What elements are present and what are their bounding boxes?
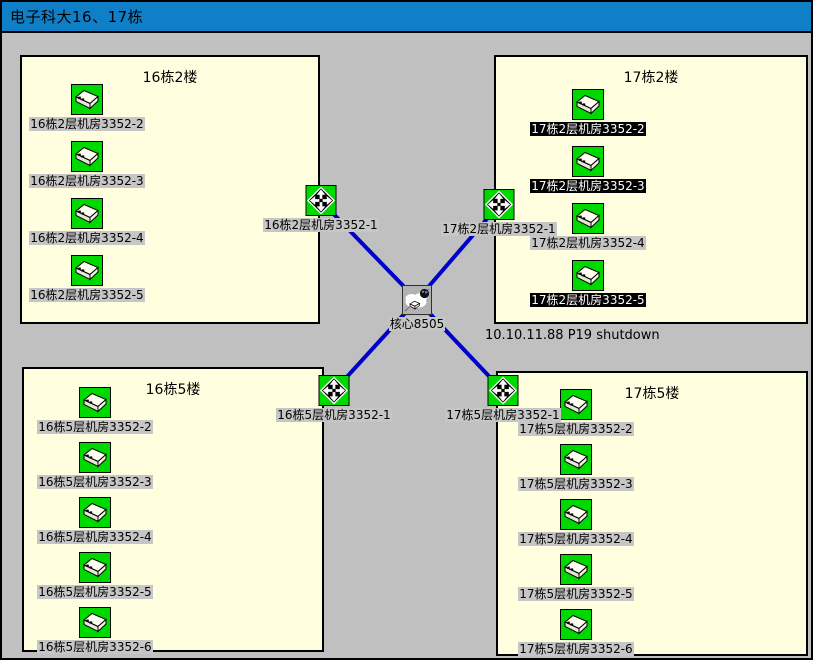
switch-node[interactable]: 16栋2层机房3352-4 (29, 198, 144, 245)
core-switch-icon (402, 285, 432, 315)
switch-node-label: 16栋5层机房3352-3 (37, 475, 152, 489)
switch-node-label: 16栋5层机房3352-4 (37, 530, 152, 544)
switch-icon (572, 89, 604, 120)
router-icon (305, 185, 337, 216)
switch-node[interactable]: 16栋5层机房3352-5 (37, 552, 152, 599)
window-title: 电子科大16、17栋 (2, 6, 143, 27)
router-node-label: 17栋5层机房3352-1 (445, 408, 560, 422)
switch-node[interactable]: 17栋5层机房3352-4 (518, 499, 633, 546)
router-icon (318, 375, 350, 406)
switch-node-label: 16栋2层机房3352-2 (29, 117, 144, 131)
switch-icon (71, 198, 103, 229)
switch-node[interactable]: 17栋5层机房3352-6 (518, 609, 633, 656)
switch-node-label: 17栋5层机房3352-4 (518, 532, 633, 546)
core-switch-label: 核心8505 (389, 317, 446, 331)
switch-icon (560, 389, 592, 420)
status-annotation: 10.10.11.88 P19 shutdown (485, 328, 660, 343)
switch-node-label: 17栋2层机房3352-5 (530, 293, 645, 307)
switch-icon (79, 442, 111, 473)
switch-icon (79, 387, 111, 418)
switch-node[interactable]: 16栋5层机房3352-6 (37, 607, 152, 654)
switch-node-label: 17栋5层机房3352-2 (518, 422, 633, 436)
switch-node-label: 17栋5层机房3352-5 (518, 587, 633, 601)
switch-node-label: 16栋2层机房3352-5 (29, 288, 144, 302)
switch-icon (560, 609, 592, 640)
switch-icon (560, 444, 592, 475)
switch-icon (572, 260, 604, 291)
switch-node-label: 17栋5层机房3352-6 (518, 642, 633, 656)
switch-list: 17栋5层机房3352-2 17栋5层机房3352-3 17栋5层机房3352-… (516, 389, 636, 656)
router-node-label: 16栋2层机房3352-1 (263, 218, 378, 232)
switch-node-label: 17栋2层机房3352-4 (530, 236, 645, 250)
router-node[interactable]: 17栋5层机房3352-1 (443, 375, 563, 422)
switch-node[interactable]: 16栋2层机房3352-2 (29, 84, 144, 131)
switch-icon (560, 499, 592, 530)
switch-list: 16栋2层机房3352-2 16栋2层机房3352-3 16栋2层机房3352-… (27, 84, 147, 302)
router-node[interactable]: 16栋2层机房3352-1 (261, 185, 381, 232)
switch-node[interactable]: 16栋2层机房3352-3 (29, 141, 144, 188)
router-node-label: 16栋5层机房3352-1 (276, 408, 391, 422)
switch-node[interactable]: 17栋2层机房3352-5 (530, 260, 645, 307)
router-node[interactable]: 17栋2层机房3352-1 (439, 189, 559, 236)
switch-icon (71, 255, 103, 286)
switch-icon (79, 552, 111, 583)
switch-icon (71, 141, 103, 172)
switch-icon (79, 607, 111, 638)
switch-node[interactable]: 16栋5层机房3352-2 (37, 387, 152, 434)
network-map-window: 电子科大16、17栋 16栋2楼 16栋2层机房3352-2 16栋2层机房33… (0, 0, 813, 660)
router-icon (487, 375, 519, 406)
switch-node[interactable]: 17栋2层机房3352-3 (530, 146, 645, 193)
switch-icon (79, 497, 111, 528)
switch-node-label: 16栋5层机房3352-6 (37, 640, 152, 654)
router-node[interactable]: 16栋5层机房3352-1 (274, 375, 394, 422)
switch-node[interactable]: 17栋2层机房3352-2 (530, 89, 645, 136)
switch-icon (572, 203, 604, 234)
switch-node[interactable]: 16栋5层机房3352-4 (37, 497, 152, 544)
core-switch-node[interactable]: 核心8505 (357, 285, 477, 331)
switch-node[interactable]: 17栋5层机房3352-3 (518, 444, 633, 491)
switch-node[interactable]: 16栋5层机房3352-3 (37, 442, 152, 489)
window-title-bar: 电子科大16、17栋 (2, 2, 811, 33)
switch-node[interactable]: 16栋2层机房3352-5 (29, 255, 144, 302)
switch-node-label: 16栋2层机房3352-3 (29, 174, 144, 188)
switch-node[interactable]: 17栋5层机房3352-5 (518, 554, 633, 601)
router-icon (483, 189, 515, 220)
switch-node-label: 16栋5层机房3352-5 (37, 585, 152, 599)
switch-node-label: 16栋2层机房3352-4 (29, 231, 144, 245)
switch-icon (560, 554, 592, 585)
switch-icon (71, 84, 103, 115)
switch-node-label: 17栋5层机房3352-3 (518, 477, 633, 491)
group-title: 17栋2楼 (496, 67, 806, 87)
switch-node-label: 16栋5层机房3352-2 (37, 420, 152, 434)
router-node-label: 17栋2层机房3352-1 (441, 222, 556, 236)
switch-icon (572, 146, 604, 177)
switch-node-label: 17栋2层机房3352-2 (530, 122, 645, 136)
switch-list: 16栋5层机房3352-2 16栋5层机房3352-3 16栋5层机房3352-… (35, 387, 155, 654)
